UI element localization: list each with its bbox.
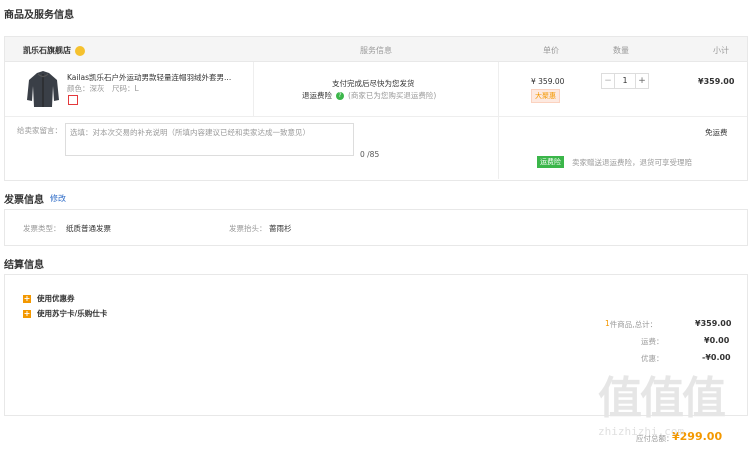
invoice-section-title: 发票信息 xyxy=(4,195,44,206)
store-name-link[interactable]: 凯乐石旗舰店 xyxy=(23,45,71,56)
product-row: Kailas凯乐石户外运动男款轻量连帽羽绒外套男... 颜色：深灰 尺码：L 支… xyxy=(5,62,747,117)
watermark-logo: 值值值 xyxy=(598,373,726,424)
product-title-link[interactable]: Kailas凯乐石户外运动男款轻量连帽羽绒外套男... xyxy=(67,72,249,83)
message-counter: 0 /85 xyxy=(360,150,380,159)
message-placeholder: 选填：对本次交易的补充说明（所填内容建议已经和卖家达成一致意见） xyxy=(70,128,310,137)
goods-table: 凯乐石旗舰店 服务信息 单价 数量 小计 Kailas凯乐石户外运动男款轻量连帽… xyxy=(4,36,748,181)
shipping-label: 免运费 xyxy=(705,128,728,137)
store-badge-icon xyxy=(75,45,85,56)
card-toggle[interactable]: + 使用苏宁卡/乐购仕卡 xyxy=(23,308,107,319)
qty-minus-button[interactable]: − xyxy=(602,74,614,88)
item-count: 1 件商品,总计： xyxy=(605,319,658,329)
goods-section-title: 商品及服务信息 xyxy=(4,10,74,21)
discount-value: -¥0.00 xyxy=(702,353,731,362)
expand-plus-icon: + xyxy=(23,293,31,303)
watermark-url: zhizhizhi.com xyxy=(598,425,685,438)
invoice-type-value: 纸质普通发票 xyxy=(66,224,111,233)
freight-value: ¥0.00 xyxy=(704,336,730,345)
col-qty: 数量 xyxy=(613,46,629,55)
promo-tag: 大聚惠 xyxy=(531,89,560,103)
quantity-stepper: − 1 + xyxy=(601,73,649,89)
message-textarea[interactable]: 选填：对本次交易的补充说明（所填内容建议已经和卖家达成一致意见） xyxy=(65,123,354,156)
expand-plus-icon: + xyxy=(23,308,31,318)
invoice-header-label: 发票抬头： xyxy=(229,224,267,233)
unit-price: ¥ 359.00 xyxy=(531,77,565,86)
card-label: 使用苏宁卡/乐购仕卡 xyxy=(37,309,108,318)
invoice-box: 发票类型： 纸质普通发票 发票抬头： 蔷雨杉 xyxy=(4,209,748,246)
insurance-help-icon[interactable]: ? xyxy=(336,91,344,100)
col-subtotal: 小计 xyxy=(713,46,729,55)
product-image[interactable] xyxy=(25,70,61,108)
goods-table-header: 凯乐石旗舰店 服务信息 单价 数量 小计 xyxy=(5,37,747,62)
row-subtotal: ¥359.00 xyxy=(698,77,735,86)
col-service: 服务信息 xyxy=(360,46,392,55)
invoice-edit-link[interactable]: 修改 xyxy=(50,193,66,204)
settle-section-title: 结算信息 xyxy=(4,260,44,271)
jacket-icon xyxy=(27,71,59,107)
service-insurance: 退运费险 xyxy=(302,91,332,100)
insurance-text: 卖家赠送退运费险，退货可享受理赔 xyxy=(572,158,692,167)
freight-label: 运费： xyxy=(641,337,664,346)
goods-total: ¥359.00 xyxy=(695,319,732,328)
invoice-type-label: 发票类型： xyxy=(23,224,61,233)
invoice-header-value: 蔷雨杉 xyxy=(269,224,292,233)
qty-input[interactable]: 1 xyxy=(614,74,636,88)
col-price: 单价 xyxy=(543,46,559,55)
insurance-tag: 运费险 xyxy=(537,156,564,168)
message-label: 给卖家留言： xyxy=(17,126,62,135)
service-delivery: 支付完成后尽快为您发货 xyxy=(332,79,415,88)
coupon-toggle[interactable]: + 使用优惠券 xyxy=(23,293,75,304)
product-tag-icon xyxy=(68,95,78,105)
coupon-label: 使用优惠券 xyxy=(37,294,75,303)
qty-plus-button[interactable]: + xyxy=(636,74,648,88)
service-insurance-note: (商家已为您购买退运费险) xyxy=(348,91,437,100)
product-attrs: 颜色：深灰 尺码：L xyxy=(67,84,139,93)
